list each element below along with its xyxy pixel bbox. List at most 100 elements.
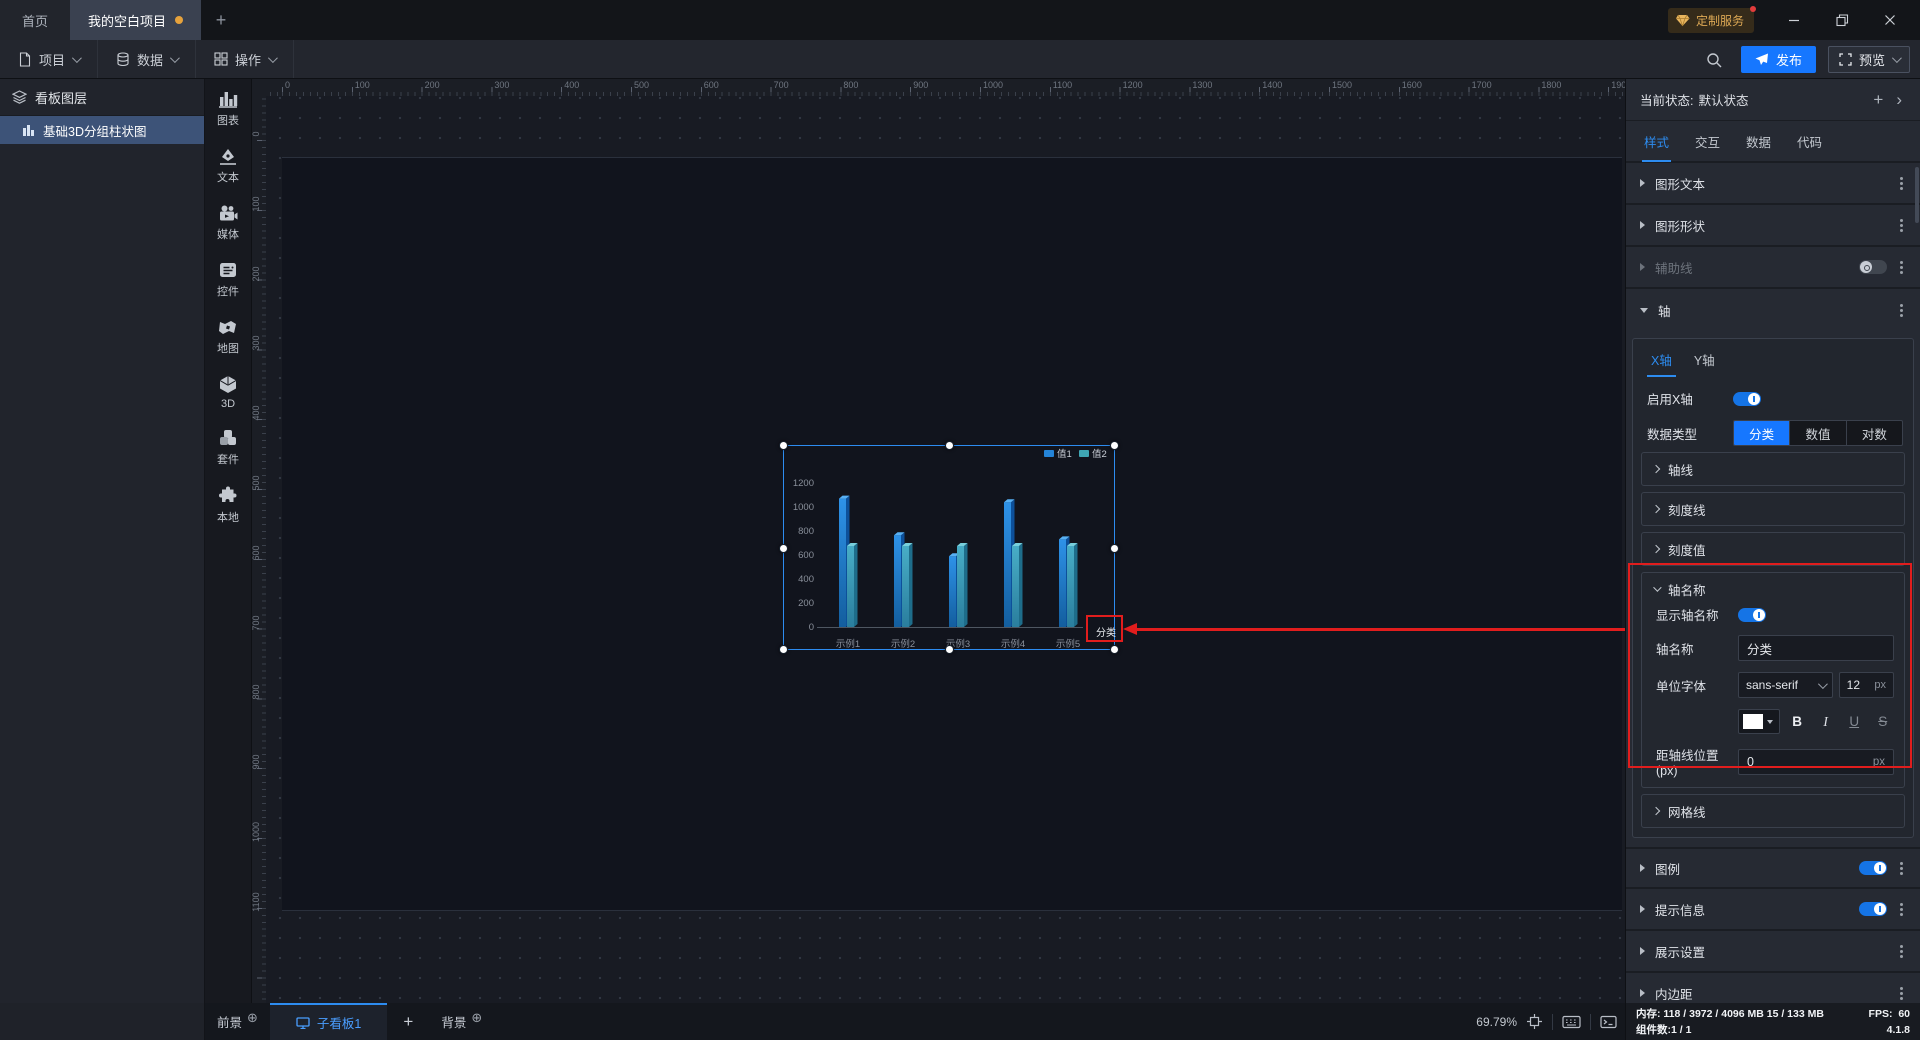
layer-item-chart[interactable]: 基础3D分组柱状图 (0, 116, 204, 144)
axis-name-input[interactable]: 分类 (1738, 635, 1894, 661)
svg-text:示例2: 示例2 (891, 638, 915, 650)
design-canvas[interactable]: 0 100 200 300 400 500 600 700 800 900 1000 1100 1200… (252, 79, 1625, 1003)
section-legend[interactable]: 图例 (1626, 847, 1920, 889)
more-icon[interactable] (1900, 308, 1903, 312)
publish-button[interactable]: 发布 (1740, 46, 1816, 73)
more-icon[interactable] (1900, 866, 1903, 870)
tool-local[interactable]: 本地 (205, 486, 251, 525)
preview-button[interactable]: 预览 (1827, 46, 1910, 73)
resize-handle-s[interactable] (945, 645, 954, 654)
axis-name-header[interactable]: 轴名称 (1642, 573, 1904, 605)
tab-x-axis[interactable]: X轴 (1647, 342, 1676, 377)
subsection-axis-line[interactable]: 轴线 (1641, 452, 1905, 486)
background-label: 背景 (441, 1016, 467, 1030)
window-close-button[interactable] (1868, 0, 1912, 40)
section-padding[interactable]: 内边距 (1626, 973, 1920, 1003)
datatype-option-category[interactable]: 分类 (1734, 421, 1791, 445)
h-ruler-label: 0 (285, 80, 291, 90)
resize-handle-w[interactable] (779, 544, 788, 553)
tab-style[interactable]: 样式 (1642, 121, 1672, 162)
video-camera-icon (220, 205, 238, 221)
section-display-settings[interactable]: 展示设置 (1626, 931, 1920, 973)
menu-data[interactable]: 数据 (98, 40, 197, 78)
svg-text:0: 0 (809, 622, 814, 633)
legend-toggle[interactable] (1859, 861, 1887, 875)
tool-controls[interactable]: 控件 (205, 261, 251, 299)
tab-home[interactable]: 首页 (0, 0, 71, 40)
resize-handle-e[interactable] (1110, 544, 1119, 553)
subsection-tick-value[interactable]: 刻度值 (1641, 532, 1905, 566)
section-guides[interactable]: 辅助线 (1626, 247, 1920, 289)
fit-screen-icon[interactable] (1526, 1013, 1543, 1030)
foreground-button[interactable]: 前景 ⊕ (205, 1003, 270, 1040)
section-graph-shape[interactable]: 图形形状 (1626, 205, 1920, 247)
search-icon[interactable] (1705, 51, 1723, 69)
more-icon[interactable] (1900, 907, 1903, 911)
window-minimize-button[interactable] (1772, 0, 1816, 40)
keyboard-icon[interactable] (1562, 1015, 1581, 1029)
add-state-button[interactable]: + (1869, 91, 1887, 108)
italic-button[interactable]: I (1814, 714, 1837, 730)
menu-operation[interactable]: 操作 (196, 40, 295, 78)
tool-charts[interactable]: 图表 (205, 90, 251, 128)
guides-toggle[interactable] (1859, 260, 1887, 274)
menu-project[interactable]: 项目 (0, 40, 99, 78)
h-ruler-label: 300 (494, 80, 510, 90)
font-family-select[interactable]: sans-serif (1738, 672, 1833, 698)
tab-y-axis[interactable]: Y轴 (1692, 342, 1717, 377)
resize-handle-nw[interactable] (779, 441, 788, 450)
font-size-input[interactable]: 12 px (1838, 672, 1894, 698)
h-ruler-label: 1500 (1332, 80, 1353, 90)
section-graph-text[interactable]: 图形文本 (1626, 163, 1920, 205)
custom-service-badge[interactable]: 定制服务 (1667, 5, 1756, 33)
tooltip-toggle[interactable] (1859, 902, 1887, 916)
resize-handle-n[interactable] (945, 441, 954, 450)
board-tab-active[interactable]: 子看板1 (269, 1003, 388, 1040)
resize-handle-sw[interactable] (779, 645, 788, 654)
tab-data[interactable]: 数据 (1744, 121, 1773, 162)
bold-button[interactable]: B (1786, 714, 1809, 729)
tool-kit[interactable]: 套件 (205, 429, 251, 467)
axis-offset-input[interactable]: 0 px (1738, 748, 1894, 775)
tool-map[interactable]: 地图 (205, 318, 251, 356)
expand-states-button[interactable]: › (1892, 91, 1906, 108)
datatype-option-log[interactable]: 对数 (1847, 421, 1902, 445)
tab-project[interactable]: 我的空白项目 (70, 0, 202, 40)
add-board-button[interactable]: + (387, 1003, 429, 1040)
svg-text:400: 400 (798, 574, 814, 585)
tab-interaction[interactable]: 交互 (1693, 121, 1722, 162)
resize-handle-se[interactable] (1110, 645, 1119, 654)
resize-handle-ne[interactable] (1110, 441, 1119, 450)
tool-media[interactable]: 媒体 (205, 204, 251, 242)
section-tooltip[interactable]: 提示信息 (1626, 889, 1920, 931)
tool-text[interactable]: 文本 (205, 147, 251, 185)
enable-x-axis-toggle[interactable] (1733, 391, 1761, 406)
font-color-picker[interactable] (1738, 709, 1780, 734)
tab-code[interactable]: 代码 (1795, 121, 1824, 162)
zoom-level[interactable]: 69.79% (1476, 1015, 1517, 1029)
v-ruler-label: 400 (252, 405, 261, 421)
canvas-workspace[interactable]: 0 200 400 600 800 1000 1200 示例1 示例2 示例3 示例4 示例5 值1 值2… (266, 96, 1625, 1003)
console-icon[interactable] (1600, 1015, 1617, 1029)
subsection-grid-line[interactable]: 网格线 (1641, 794, 1905, 828)
v-ruler-label: 900 (252, 754, 261, 770)
chart-component[interactable]: 0 200 400 600 800 1000 1200 示例1 示例2 示例3 示例4 示例5 值1 值2… (779, 441, 1119, 654)
add-background-icon[interactable]: ⊕ (471, 1010, 482, 1026)
section-axis[interactable]: 轴 (1626, 289, 1920, 331)
tool-3d[interactable]: 3D (205, 375, 251, 410)
more-icon[interactable] (1900, 265, 1903, 269)
new-tab-button[interactable]: + (201, 0, 241, 40)
show-axis-name-toggle[interactable] (1738, 607, 1766, 622)
background-button[interactable]: 背景 ⊕ (429, 1003, 494, 1040)
more-icon[interactable] (1900, 181, 1903, 185)
underline-button[interactable]: U (1843, 714, 1866, 729)
subsection-tick-line[interactable]: 刻度线 (1641, 492, 1905, 526)
add-foreground-icon[interactable]: ⊕ (247, 1010, 258, 1026)
window-restore-button[interactable] (1820, 0, 1864, 40)
panel-scrollbar[interactable] (1915, 167, 1919, 223)
more-icon[interactable] (1900, 949, 1903, 953)
more-icon[interactable] (1900, 991, 1903, 995)
more-icon[interactable] (1900, 223, 1903, 227)
datatype-option-numeric[interactable]: 数值 (1790, 421, 1847, 445)
strikethrough-button[interactable]: S (1871, 714, 1894, 729)
